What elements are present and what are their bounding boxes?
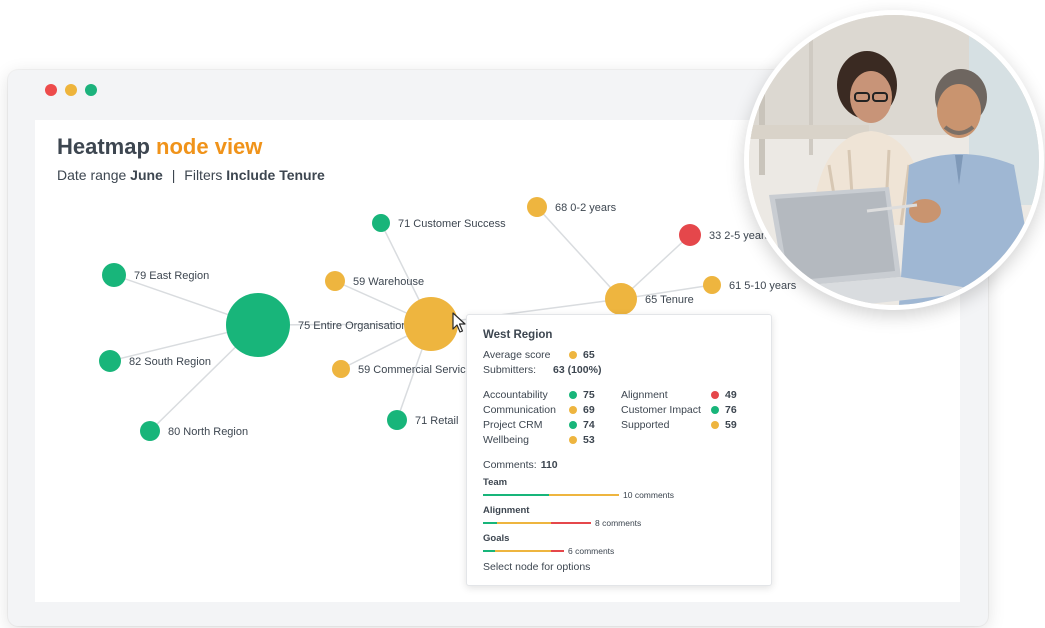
submitters-row: Submitters: 63 (100%) [483, 362, 755, 377]
status-dot-icon [711, 420, 719, 429]
node-label-t510: 61 5-10 years [729, 280, 797, 292]
metric-value: 59 [725, 418, 737, 431]
node-label-tenure: 65 Tenure [645, 294, 694, 306]
comment-bar-label: Goals [483, 533, 510, 544]
node-label-retail: 71 Retail [415, 415, 458, 427]
graph-node-north[interactable] [140, 421, 160, 441]
red-segment [551, 522, 591, 524]
metric-row: Communication 69 [483, 402, 621, 417]
metric-value: 69 [583, 403, 595, 416]
node-tooltip: West Region Average score 65 Submitters:… [466, 314, 772, 586]
comments-label: Comments: [483, 458, 537, 471]
office-scene-illustration [749, 15, 1039, 305]
submitters-value: 63 (100%) [553, 363, 602, 376]
graph-node-customer[interactable] [372, 214, 390, 232]
metric-label: Accountability [483, 388, 548, 401]
graph-node-east[interactable] [102, 263, 126, 287]
metric-value: 49 [725, 388, 737, 401]
comment-bar-label: Team [483, 477, 508, 488]
metric-row: Supported 59 [621, 417, 761, 432]
green-segment [483, 550, 495, 552]
submitters-label: Submitters: [483, 363, 537, 376]
tooltip-footer-hint: Select node for options [483, 561, 591, 573]
average-score-label: Average score [483, 348, 551, 361]
metrics-right-column: Alignment 49 Customer Impact 76 Supporte… [621, 387, 761, 447]
yellow-segment [495, 550, 551, 552]
average-score-row: Average score 65 [483, 347, 755, 362]
people-photo [744, 10, 1044, 310]
comment-bar-alignment[interactable]: Alignment 8 comments [483, 505, 755, 528]
node-label-east: 79 East Region [134, 270, 209, 282]
comment-bar-goals[interactable]: Goals 6 comments [483, 533, 755, 556]
green-segment [483, 494, 549, 496]
comment-count: 6 comments [568, 546, 615, 556]
graph-node-t510[interactable] [703, 276, 721, 294]
node-label-north: 80 North Region [168, 426, 248, 438]
node-label-org: 75 Entire Organisation [298, 320, 407, 332]
metric-label: Project CRM [483, 418, 543, 431]
metric-row: Customer Impact 76 [621, 402, 761, 417]
comment-count: 8 comments [595, 518, 642, 528]
metric-value: 74 [583, 418, 595, 431]
metric-row: Accountability 75 [483, 387, 621, 402]
node-label-warehouse: 59 Warehouse [353, 276, 424, 288]
graph-edge [536, 206, 622, 300]
comment-bar-team[interactable]: Team 10 comments [483, 477, 755, 500]
comments-row: Comments: 110 [483, 457, 755, 472]
graph-node-t25[interactable] [679, 224, 701, 246]
status-dot-icon [569, 420, 577, 429]
green-segment [483, 522, 497, 524]
average-score-value: 65 [583, 348, 595, 361]
graph-node-south[interactable] [99, 350, 121, 372]
tooltip-title: West Region [483, 329, 553, 341]
metric-label: Supported [621, 418, 670, 431]
status-dot-icon [569, 350, 577, 359]
status-dot-icon [569, 435, 577, 444]
graph-node-commercial[interactable] [332, 360, 350, 378]
metric-row: Wellbeing 53 [483, 432, 621, 447]
graph-node-retail[interactable] [387, 410, 407, 430]
status-dot-icon [569, 405, 577, 414]
graph-node-tenure[interactable] [605, 283, 637, 315]
metric-value: 76 [725, 403, 737, 416]
comment-bar-label: Alignment [483, 505, 530, 516]
graph-node-west[interactable] [404, 297, 458, 351]
status-dot-icon [711, 390, 719, 399]
yellow-segment [497, 522, 551, 524]
node-label-commercial: 59 Commercial Services [358, 364, 478, 376]
metric-value: 75 [583, 388, 595, 401]
comments-value: 110 [540, 458, 558, 471]
comment-count: 10 comments [623, 490, 675, 500]
node-label-t02: 68 0-2 years [555, 202, 617, 214]
metric-label: Communication [483, 403, 556, 416]
graph-node-warehouse[interactable] [325, 271, 345, 291]
metrics-left-column: Accountability 75 Communication 69 Proje… [483, 387, 621, 447]
metric-label: Customer Impact [621, 403, 701, 416]
metrics-grid: Accountability 75 Communication 69 Proje… [483, 387, 755, 447]
node-label-south: 82 South Region [129, 356, 211, 368]
yellow-segment [549, 494, 619, 496]
graph-node-t02[interactable] [527, 197, 547, 217]
metric-label: Alignment [621, 388, 668, 401]
metric-row: Alignment 49 [621, 387, 761, 402]
graph-node-org[interactable] [226, 293, 290, 357]
metric-label: Wellbeing [483, 433, 529, 446]
node-label-customer: 71 Customer Success [398, 218, 506, 230]
status-dot-icon [711, 405, 719, 414]
metric-row: Project CRM 74 [483, 417, 621, 432]
metric-value: 53 [583, 433, 595, 446]
status-dot-icon [569, 390, 577, 399]
red-segment [551, 550, 564, 552]
